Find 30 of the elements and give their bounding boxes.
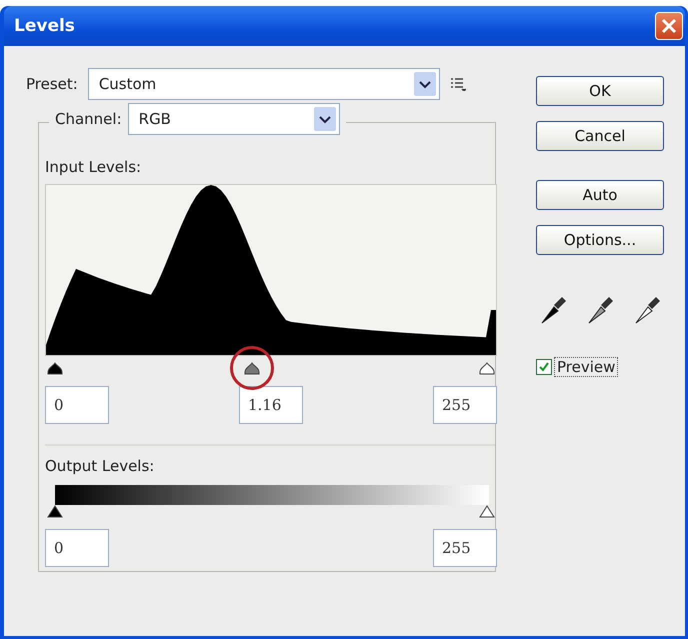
- input-level-field[interactable]: 255: [433, 386, 497, 424]
- close-icon: [661, 18, 677, 34]
- check-icon: [538, 361, 550, 373]
- input-level-field[interactable]: 0: [45, 386, 109, 424]
- output-levels-label: Output Levels:: [45, 457, 154, 475]
- input-level-field[interactable]: 1.16: [239, 386, 303, 424]
- preset-dropdown[interactable]: Custom: [88, 68, 440, 100]
- dialog-button[interactable]: Options...: [536, 225, 664, 255]
- slider-thumb[interactable]: [479, 362, 495, 376]
- channel-label: Channel:: [55, 110, 122, 128]
- menu-icon[interactable]: [450, 77, 466, 91]
- dialog-button[interactable]: Cancel: [536, 121, 664, 151]
- slider-thumb[interactable]: [47, 505, 63, 519]
- window-title: Levels: [14, 16, 75, 36]
- dialog-button[interactable]: OK: [536, 76, 664, 106]
- eyedropper-icon[interactable]: [540, 295, 566, 325]
- dialog-button[interactable]: Auto: [536, 180, 664, 210]
- close-button[interactable]: [655, 12, 683, 40]
- slider-thumb[interactable]: [47, 362, 63, 376]
- output-level-field[interactable]: 0: [45, 529, 109, 567]
- channel-dropdown[interactable]: RGB: [128, 103, 340, 135]
- slider-thumb[interactable]: [244, 362, 260, 376]
- output-level-field[interactable]: 255: [433, 529, 497, 567]
- slider-thumb[interactable]: [479, 505, 495, 519]
- preset-label: Preset:: [26, 75, 78, 93]
- eyedropper-icon[interactable]: [587, 295, 613, 325]
- caret-icon: [414, 72, 436, 96]
- input-levels-label: Input Levels:: [45, 158, 142, 176]
- eyedropper-icon[interactable]: [634, 295, 660, 325]
- caret-icon: [314, 107, 336, 131]
